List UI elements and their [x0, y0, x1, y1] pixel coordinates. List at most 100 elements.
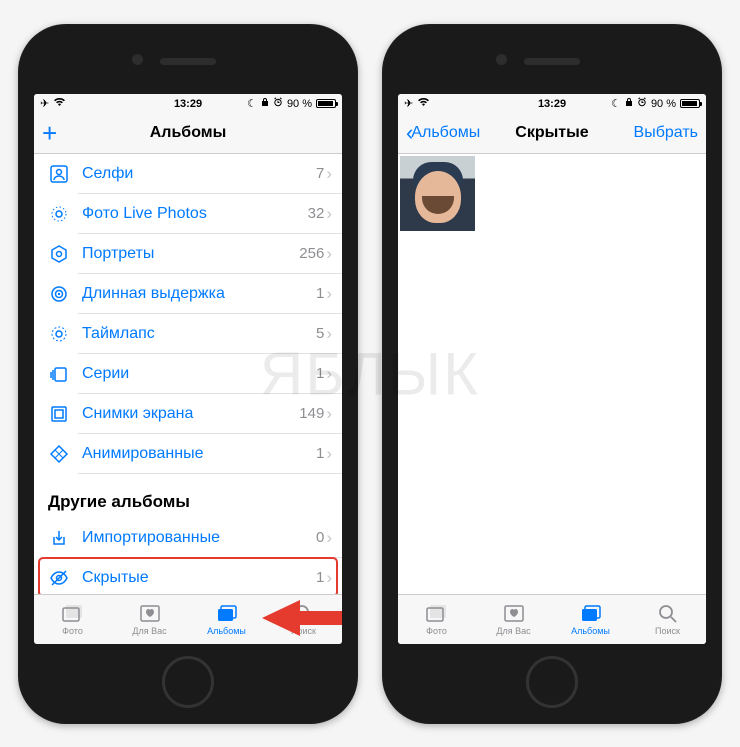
- tab-альбомы[interactable]: Альбомы: [552, 595, 629, 644]
- chevron-right-icon: ›: [326, 284, 332, 304]
- back-label: Альбомы: [411, 124, 480, 142]
- tab-фото[interactable]: Фото: [398, 595, 475, 644]
- back-button[interactable]: ‹ Альбомы: [406, 120, 552, 146]
- tab-label: Фото: [62, 626, 83, 636]
- row-label: Анимированные: [82, 445, 316, 463]
- avatar: [400, 156, 475, 231]
- foryou-tab-icon: [502, 602, 526, 624]
- wifi-icon: [417, 97, 430, 110]
- tab-для-вас[interactable]: Для Вас: [111, 595, 188, 644]
- nav-bar: + Альбомы: [34, 114, 342, 154]
- row-count: 5: [316, 325, 324, 342]
- tab-bar: Фото Для Вас Альбомы Поиск: [398, 594, 706, 644]
- tab-фото[interactable]: Фото: [34, 595, 111, 644]
- section-header-other: Другие альбомы: [34, 474, 342, 518]
- animated-icon: [48, 443, 70, 465]
- home-button[interactable]: [162, 656, 214, 708]
- album-row-длинная-выдержка[interactable]: Длинная выдержка1›: [34, 274, 342, 314]
- chevron-right-icon: ›: [326, 404, 332, 424]
- battery-icon: [680, 99, 700, 108]
- import-icon: [48, 527, 70, 549]
- selfie-icon: [48, 163, 70, 185]
- airplane-icon: ✈︎: [40, 97, 49, 110]
- row-count: 1: [316, 569, 324, 586]
- album-row-таймлапс[interactable]: Таймлапс5›: [34, 314, 342, 354]
- chevron-right-icon: ›: [326, 204, 332, 224]
- screen-right: ✈︎ 13:29 ☾ 90 %: [398, 94, 706, 644]
- row-count: 7: [316, 165, 324, 182]
- tab-label: Поиск: [655, 626, 680, 636]
- chevron-right-icon: ›: [326, 324, 332, 344]
- search-tab-icon: [656, 602, 680, 624]
- add-album-button[interactable]: +: [42, 123, 57, 143]
- status-time: 13:29: [538, 98, 566, 110]
- chevron-right-icon: ›: [326, 244, 332, 264]
- album-row-портреты[interactable]: Портреты256›: [34, 234, 342, 274]
- tab-label: Альбомы: [571, 626, 610, 636]
- row-label: Снимки экрана: [82, 405, 299, 423]
- lock-icon: [625, 97, 633, 110]
- moon-icon: ☾: [611, 97, 621, 110]
- tab-label: Фото: [426, 626, 447, 636]
- screen-left: ✈︎ 13:29 ☾ 90 %: [34, 94, 342, 644]
- row-label: Длинная выдержка: [82, 285, 316, 303]
- portrait-icon: [48, 243, 70, 265]
- album-row-анимированные[interactable]: Анимированные1›: [34, 434, 342, 474]
- home-button[interactable]: [526, 656, 578, 708]
- tab-label: Для Вас: [496, 626, 530, 636]
- row-count: 1: [316, 285, 324, 302]
- chevron-right-icon: ›: [326, 364, 332, 384]
- album-row-селфи[interactable]: Селфи7›: [34, 154, 342, 194]
- album-row-фото-live-photos[interactable]: Фото Live Photos32›: [34, 194, 342, 234]
- status-time: 13:29: [174, 98, 202, 110]
- album-row-снимки-экрана[interactable]: Снимки экрана149›: [34, 394, 342, 434]
- longexposure-icon: [48, 283, 70, 305]
- burst-icon: [48, 363, 70, 385]
- foryou-tab-icon: [138, 602, 162, 624]
- album-row-скрытые[interactable]: Скрытые1›: [34, 558, 342, 594]
- moon-icon: ☾: [247, 97, 257, 110]
- tab-label: Поиск: [291, 626, 316, 636]
- lock-icon: [261, 97, 269, 110]
- row-label: Портреты: [82, 245, 299, 263]
- comparison-stage: ✈︎ 13:29 ☾ 90 %: [0, 0, 740, 747]
- albums-list[interactable]: Селфи7›Фото Live Photos32›Портреты256›Дл…: [34, 154, 342, 594]
- search-tab-icon: [292, 602, 316, 624]
- row-count: 1: [316, 365, 324, 382]
- hidden-photos-grid[interactable]: [398, 154, 706, 594]
- nav-bar: ‹ Альбомы Скрытые Выбрать: [398, 114, 706, 154]
- chevron-right-icon: ›: [326, 164, 332, 184]
- timelapse-icon: [48, 323, 70, 345]
- alarm-icon: [273, 97, 283, 110]
- photos-tab-icon: [61, 602, 85, 624]
- row-count: 1: [316, 445, 324, 462]
- status-bar: ✈︎ 13:29 ☾ 90 %: [398, 94, 706, 114]
- row-label: Серии: [82, 365, 316, 383]
- row-label: Таймлапс: [82, 325, 316, 343]
- chevron-right-icon: ›: [326, 568, 332, 588]
- tab-поиск[interactable]: Поиск: [629, 595, 706, 644]
- screenshot-icon: [48, 403, 70, 425]
- alarm-icon: [637, 97, 647, 110]
- tab-для-вас[interactable]: Для Вас: [475, 595, 552, 644]
- photo-thumbnail[interactable]: [400, 156, 475, 231]
- battery-pct: 90 %: [651, 98, 676, 110]
- row-label: Селфи: [82, 165, 316, 183]
- album-row-серии[interactable]: Серии1›: [34, 354, 342, 394]
- row-label: Фото Live Photos: [82, 205, 308, 223]
- tab-альбомы[interactable]: Альбомы: [188, 595, 265, 644]
- chevron-right-icon: ›: [326, 444, 332, 464]
- battery-pct: 90 %: [287, 98, 312, 110]
- row-count: 149: [299, 405, 324, 422]
- iphone-right: ✈︎ 13:29 ☾ 90 %: [382, 24, 722, 724]
- row-count: 32: [308, 205, 325, 222]
- status-bar: ✈︎ 13:29 ☾ 90 %: [34, 94, 342, 114]
- row-label: Импортированные: [82, 529, 316, 547]
- tab-поиск[interactable]: Поиск: [265, 595, 342, 644]
- select-button[interactable]: Выбрать: [634, 124, 698, 142]
- row-count: 256: [299, 245, 324, 262]
- albums-tab-icon: [215, 602, 239, 624]
- album-row-импортированные[interactable]: Импортированные0›: [34, 518, 342, 558]
- chevron-right-icon: ›: [326, 528, 332, 548]
- airplane-icon: ✈︎: [404, 97, 413, 110]
